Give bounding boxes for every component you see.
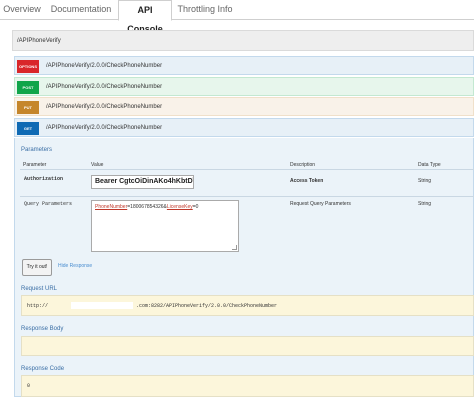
param-name-authorization: Authorization: [24, 176, 64, 182]
header-divider: [20, 169, 474, 170]
query-parameters-textarea[interactable]: PhoneNumber=180067854326&LicenseKey=0: [91, 200, 239, 252]
param-description: Request Query Parameters: [290, 201, 351, 207]
param-description: Access Token: [290, 178, 324, 184]
tab-bar: Overview Documentation API Console Throt…: [0, 0, 474, 34]
operation-post[interactable]: POST /APIPhoneVerify/2.0.0/CheckPhoneNum…: [14, 77, 474, 96]
request-url-box: http:// .com:8282/APIPhoneVerify/2.0.0/C…: [21, 295, 474, 316]
query-value-phonenumber: =180067854326&: [127, 204, 167, 210]
parameters-title: Parameters: [21, 147, 53, 153]
method-badge-put[interactable]: PUT: [17, 101, 39, 114]
authorization-input[interactable]: Bearer CgtcOiDinAKo4hKbtD\: [91, 175, 194, 189]
column-header-parameter: Parameter: [23, 162, 47, 168]
request-url-suffix: .com:8282/APIPhoneVerify/2.0.0/CheckPhon…: [136, 303, 278, 309]
column-header-value: Value: [91, 162, 104, 168]
operation-get[interactable]: GET /APIPhoneVerify/2.0.0/CheckPhoneNumb…: [14, 118, 474, 137]
param-name-query-parameters: Query Parameters: [24, 201, 73, 207]
redacted-host: [71, 302, 133, 309]
query-value-licensekey: =0: [192, 204, 199, 210]
query-key-licensekey: LicenseKey: [166, 204, 193, 210]
response-code-box: 0: [21, 375, 474, 397]
method-badge-get[interactable]: GET: [17, 122, 39, 135]
operation-path[interactable]: /APIPhoneVerify/2.0.0/CheckPhoneNumber: [46, 119, 162, 138]
resource-header[interactable]: /APIPhoneVerify: [12, 30, 474, 51]
tab-throttling-info[interactable]: Throttling Info: [174, 0, 236, 20]
operation-path[interactable]: /APIPhoneVerify/2.0.0/CheckPhoneNumber: [46, 57, 162, 76]
tab-documentation[interactable]: Documentation: [46, 0, 116, 20]
response-body-box: [21, 336, 474, 356]
request-url-prefix: http://: [27, 303, 49, 309]
column-header-description: Description: [290, 162, 316, 168]
try-it-out-button[interactable]: Try it out!: [22, 259, 52, 276]
query-key-phonenumber: PhoneNumber: [95, 204, 128, 210]
param-type: String: [418, 178, 432, 184]
hide-response-link[interactable]: Hide Response: [58, 263, 92, 269]
tab-overview[interactable]: Overview: [0, 0, 44, 20]
row-divider: [20, 196, 474, 197]
operation-path[interactable]: /APIPhoneVerify/2.0.0/CheckPhoneNumber: [46, 98, 162, 117]
param-type: String: [418, 201, 432, 207]
operation-options[interactable]: OPTIONS /APIPhoneVerify/2.0.0/CheckPhone…: [14, 56, 474, 75]
resize-handle-icon[interactable]: [232, 245, 237, 250]
operation-path[interactable]: /APIPhoneVerify/2.0.0/CheckPhoneNumber: [46, 78, 162, 97]
response-body-title: Response Body: [21, 326, 64, 332]
response-code-title: Response Code: [21, 366, 65, 372]
request-url-title: Request URL: [21, 286, 58, 292]
method-badge-post[interactable]: POST: [17, 81, 39, 94]
method-badge-options[interactable]: OPTIONS: [17, 60, 39, 73]
operation-put[interactable]: PUT /APIPhoneVerify/2.0.0/CheckPhoneNumb…: [14, 97, 474, 116]
response-code-value: 0: [27, 383, 31, 389]
column-header-data-type: Data Type: [418, 162, 441, 168]
tab-api-console[interactable]: API Console: [118, 0, 172, 34]
